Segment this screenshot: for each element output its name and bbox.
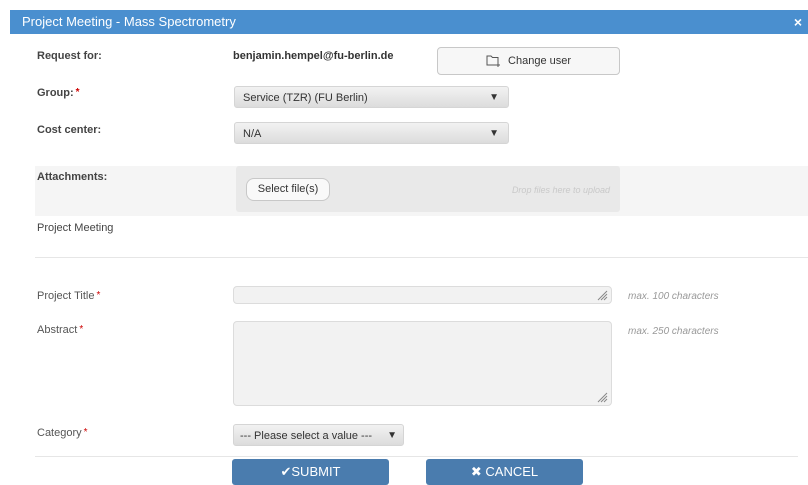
cancel-button[interactable]: ✖ CANCEL [426, 459, 583, 485]
resize-grip-icon [597, 392, 608, 403]
section-divider [35, 257, 808, 258]
required-marker: * [96, 290, 101, 301]
group-select[interactable]: Service (TZR) (FU Berlin) ▼ [234, 86, 509, 108]
change-user-button[interactable]: Change user [437, 47, 620, 75]
project-title-hint: max. 100 characters [628, 291, 719, 302]
group-label: Group: * [37, 87, 80, 99]
cost-center-select-value: N/A [243, 128, 262, 140]
category-select[interactable]: --- Please select a value --- ▼ [233, 424, 404, 446]
select-files-button[interactable]: Select file(s) [246, 178, 330, 201]
submit-label: SUBMIT [291, 464, 341, 479]
dialog-title-bar: Project Meeting - Mass Spectrometry × [10, 10, 808, 34]
category-select-value: --- Please select a value --- [240, 430, 373, 442]
abstract-label-text: Abstract [37, 324, 78, 336]
check-icon: ✔ [280, 464, 292, 479]
group-label-text: Group: [37, 87, 74, 99]
x-icon: ✖ [470, 464, 482, 479]
request-for-label: Request for: [37, 50, 102, 62]
chevron-down-icon: ▼ [387, 430, 397, 441]
chevron-down-icon: ▼ [489, 128, 499, 139]
category-label-text: Category [37, 427, 82, 439]
required-marker: * [79, 324, 84, 335]
cost-center-select[interactable]: N/A ▼ [234, 122, 509, 144]
attachments-label: Attachments: [37, 171, 108, 183]
resize-grip-icon [597, 290, 608, 301]
abstract-label: Abstract * [37, 324, 83, 336]
cancel-label: CANCEL [485, 464, 539, 479]
required-marker: * [75, 87, 80, 98]
required-marker: * [83, 427, 88, 438]
change-user-label: Change user [508, 55, 572, 67]
project-title-label-text: Project Title [37, 290, 95, 302]
request-for-value: benjamin.hempel@fu-berlin.de [233, 50, 394, 62]
abstract-textarea[interactable] [233, 321, 612, 406]
dialog-title: Project Meeting - Mass Spectrometry [22, 14, 236, 29]
drop-hint: Drop files here to upload [511, 185, 610, 195]
chevron-down-icon: ▼ [489, 92, 499, 103]
select-files-label: Select file(s) [257, 183, 319, 195]
project-title-label: Project Title * [37, 290, 100, 302]
footer-divider [35, 456, 798, 457]
project-title-input[interactable] [233, 286, 612, 304]
abstract-hint: max. 250 characters [628, 326, 719, 337]
folder-plus-icon [486, 55, 500, 68]
cost-center-label: Cost center: [37, 124, 102, 136]
submit-button[interactable]: ✔SUBMIT [232, 459, 389, 485]
section-title: Project Meeting [37, 222, 114, 234]
group-select-value: Service (TZR) (FU Berlin) [243, 92, 368, 104]
category-label: Category * [37, 427, 88, 439]
close-icon[interactable]: × [794, 10, 802, 34]
file-drop-zone[interactable]: Select file(s) Drop files here to upload [236, 166, 620, 212]
